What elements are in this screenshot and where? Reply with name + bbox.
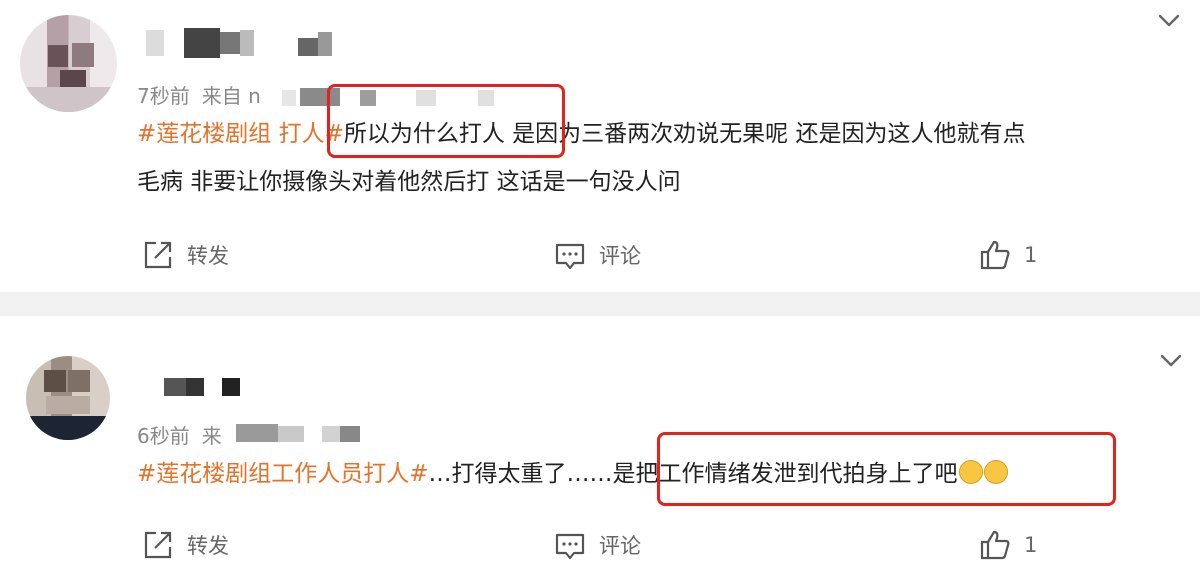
comment-text-rest: 是因为三番两次劝说无果呢 还是因为这人他就有点: [504, 121, 1026, 147]
weibo-comment-1: 7秒前 来自 n #莲花楼剧组 打人#所以为什么打人 是因为三番两次劝说无果呢 还…: [0, 0, 1200, 292]
like-icon: [980, 530, 1010, 560]
chevron-down-icon[interactable]: [1157, 346, 1185, 374]
comment-icon: [555, 533, 585, 560]
post-source: 来: [201, 424, 222, 448]
post-meta: 7秒前 来自 n: [137, 80, 273, 109]
like-button[interactable]: 1: [978, 238, 1037, 272]
highlight-box: [327, 84, 565, 158]
avatar[interactable]: [26, 356, 110, 440]
topic-hashtag[interactable]: #莲花楼剧组 打人#: [137, 121, 344, 147]
post-source: 来自 n: [201, 84, 261, 108]
source-blurred: [236, 422, 386, 444]
avatar[interactable]: [20, 15, 117, 112]
like-icon: [980, 240, 1010, 270]
weibo-comment-2: 6秒前来 #莲花楼剧组工作人员打人#…打得太重了……是把工作情绪发泄到代拍身上了…: [0, 316, 1200, 582]
repost-label: 转发: [187, 244, 229, 268]
comment-button[interactable]: 评论: [553, 528, 641, 562]
username-blurred[interactable]: [160, 376, 260, 398]
like-count: 1: [1024, 243, 1038, 267]
comment-button[interactable]: 评论: [553, 238, 641, 272]
repost-icon: [144, 241, 172, 269]
post-time: 6秒前: [137, 424, 190, 448]
username-blurred[interactable]: [140, 28, 340, 58]
comment-icon: [555, 243, 585, 270]
comment-text-line2: 毛病 非要让你摄像头对着他然后打 这话是一句没人问: [137, 169, 681, 195]
like-button[interactable]: 1: [978, 528, 1037, 562]
post-separator: [0, 292, 1200, 316]
chevron-down-icon[interactable]: [1155, 6, 1183, 34]
repost-button[interactable]: 转发: [141, 528, 229, 562]
repost-button[interactable]: 转发: [141, 238, 229, 272]
repost-icon: [144, 531, 172, 559]
comment-text-mid: …打得太重了……: [428, 461, 613, 487]
highlight-box: [657, 432, 1116, 506]
post-meta: 6秒前来: [137, 420, 234, 449]
topic-hashtag[interactable]: #莲花楼剧组工作人员打人#: [137, 461, 429, 487]
like-count: 1: [1024, 533, 1038, 557]
comment-text: #莲花楼剧组 打人#所以为什么打人 是因为三番两次劝说无果呢 还是因为这人他就有…: [137, 110, 1187, 206]
comment-label: 评论: [599, 534, 641, 558]
post-time: 7秒前: [137, 84, 190, 108]
repost-label: 转发: [187, 534, 229, 558]
comment-label: 评论: [599, 244, 641, 268]
